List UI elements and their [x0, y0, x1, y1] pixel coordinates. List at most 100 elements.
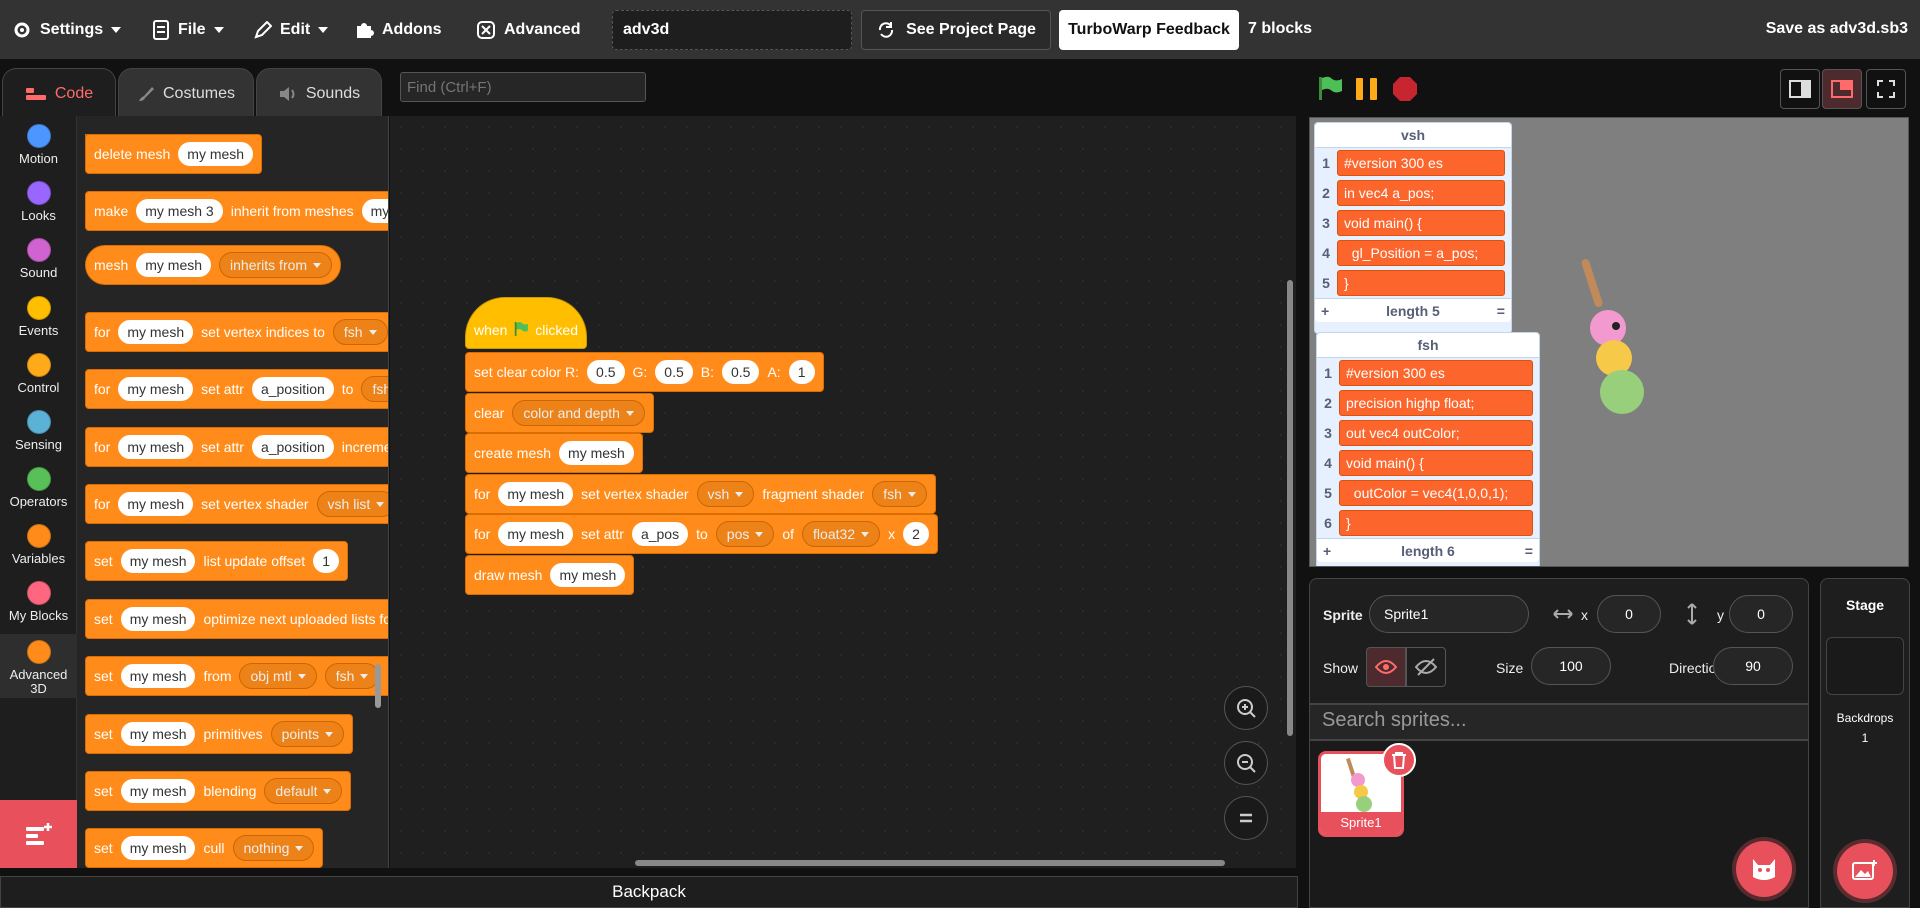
settings-menu[interactable]: Settings: [0, 0, 133, 59]
tab-sounds[interactable]: Sounds: [256, 68, 382, 120]
list-value[interactable]: gl_Position = a_pos;: [1337, 240, 1505, 266]
list-value[interactable]: }: [1339, 510, 1533, 536]
block-input[interactable]: my mesh: [120, 722, 196, 746]
set-attr-block[interactable]: for my mesh set attr a_pos to pos of flo…: [465, 514, 938, 554]
block-dropdown[interactable]: obj mtl: [239, 663, 317, 689]
category-advanced-3d[interactable]: Advanced 3D: [0, 634, 77, 698]
block-dropdown[interactable]: color and depth: [512, 400, 645, 426]
palette-block-optimize[interactable]: set my mesh optimize next uploaded lists…: [85, 599, 388, 639]
block-input[interactable]: my mesh: [118, 320, 194, 344]
size-input[interactable]: 100: [1531, 647, 1611, 685]
block-input-g[interactable]: 0.5: [655, 360, 693, 384]
tab-code[interactable]: Code: [2, 68, 116, 120]
palette-block-delete-mesh[interactable]: delete mesh my mesh: [85, 134, 263, 174]
category-control[interactable]: Control: [0, 353, 77, 409]
list-add-button[interactable]: +: [1323, 543, 1331, 559]
zoom-reset-button[interactable]: [1224, 796, 1268, 840]
palette-block-mesh-inherits[interactable]: mesh my mesh inherits from: [85, 245, 342, 285]
block-input[interactable]: a_position: [251, 435, 334, 459]
see-project-page-button[interactable]: See Project Page: [861, 10, 1051, 50]
block-input-a[interactable]: 1: [788, 360, 815, 384]
block-dropdown[interactable]: pos: [715, 521, 775, 547]
category-sensing[interactable]: Sensing: [0, 410, 77, 466]
stop-button[interactable]: [1392, 76, 1418, 107]
stage-canvas[interactable]: vsh 1 #version 300 es 2 in vec4 a_pos; 3 vo…: [1309, 117, 1909, 567]
feedback-button[interactable]: TurboWarp Feedback: [1059, 10, 1239, 50]
block-input[interactable]: my m: [361, 199, 388, 223]
list-value[interactable]: void main() {: [1337, 210, 1505, 236]
zoom-out-button[interactable]: [1224, 741, 1268, 785]
block-dropdown[interactable]: fsh: [324, 663, 380, 689]
category-events[interactable]: Events: [0, 296, 77, 352]
project-title-input[interactable]: [612, 10, 852, 50]
list-resize-handle[interactable]: =: [1525, 543, 1533, 559]
block-input-r[interactable]: 0.5: [587, 360, 625, 384]
block-dropdown[interactable]: fsh: [361, 376, 388, 402]
add-extension-button[interactable]: [0, 800, 77, 868]
when-flag-clicked-block[interactable]: when clicked: [465, 297, 587, 349]
palette-block-list-offset[interactable]: set my mesh list update offset 1: [85, 541, 348, 581]
create-mesh-block[interactable]: create mesh my mesh: [465, 433, 643, 473]
list-value[interactable]: in vec4 a_pos;: [1337, 180, 1505, 206]
block-dropdown[interactable]: float32: [802, 521, 881, 547]
list-value[interactable]: }: [1337, 270, 1505, 296]
block-input[interactable]: my mesh: [178, 142, 254, 166]
file-menu[interactable]: File: [140, 0, 236, 59]
block-dropdown[interactable]: vsh: [696, 481, 755, 507]
x-input[interactable]: 0: [1597, 595, 1661, 633]
block-input[interactable]: my mesh: [120, 607, 196, 631]
hide-sprite-button[interactable]: [1406, 647, 1446, 687]
delete-sprite-button[interactable]: [1382, 743, 1416, 777]
block-dropdown[interactable]: vsh list: [316, 491, 388, 517]
large-stage-button[interactable]: [1822, 69, 1862, 109]
list-resize-handle[interactable]: =: [1497, 303, 1505, 319]
block-input[interactable]: a_pos: [631, 522, 689, 546]
palette-block-cull[interactable]: set my mesh cull nothing: [85, 828, 324, 868]
search-sprites-input[interactable]: Search sprites...: [1309, 704, 1809, 740]
block-input[interactable]: a_position: [251, 377, 334, 401]
zoom-in-button[interactable]: [1224, 686, 1268, 730]
palette-block-make-inherit[interactable]: make my mesh 3 inherit from meshes my m: [85, 191, 388, 231]
set-shaders-block[interactable]: for my mesh set vertex shader vsh fragme…: [465, 474, 936, 514]
sprite-name-input[interactable]: Sprite1: [1369, 595, 1529, 633]
block-input[interactable]: my mesh: [498, 482, 574, 506]
y-input[interactable]: 0: [1729, 595, 1793, 633]
direction-input[interactable]: 90: [1713, 647, 1793, 685]
find-input[interactable]: [400, 72, 646, 102]
block-dropdown[interactable]: inherits from: [219, 252, 333, 278]
tab-costumes[interactable]: Costumes: [118, 68, 254, 120]
clear-block[interactable]: clear color and depth: [465, 393, 654, 433]
block-input[interactable]: my mesh: [559, 441, 634, 465]
block-input-b[interactable]: 0.5: [722, 360, 760, 384]
block-dropdown[interactable]: fsh: [332, 319, 388, 345]
category-sound[interactable]: Sound: [0, 238, 77, 294]
category-my-blocks[interactable]: My Blocks: [0, 581, 77, 637]
list-add-button[interactable]: +: [1321, 303, 1329, 319]
fullscreen-button[interactable]: [1866, 69, 1906, 109]
category-motion[interactable]: Motion: [0, 124, 77, 180]
add-sprite-button[interactable]: [1736, 841, 1792, 897]
block-dropdown[interactable]: fsh: [872, 481, 927, 507]
list-value[interactable]: #version 300 es: [1339, 360, 1533, 386]
block-dropdown[interactable]: nothing: [232, 835, 315, 861]
advanced-button[interactable]: Advanced: [464, 0, 592, 59]
stage-target-pane[interactable]: Stage Backdrops 1: [1820, 578, 1910, 908]
list-value[interactable]: #version 300 es: [1337, 150, 1505, 176]
add-backdrop-button[interactable]: [1837, 843, 1893, 899]
draw-mesh-block[interactable]: draw mesh my mesh: [465, 555, 635, 595]
palette-block-set-attr-increment[interactable]: for my mesh set attr a_position increme: [85, 427, 388, 467]
pause-button[interactable]: [1354, 77, 1380, 106]
block-input[interactable]: my mesh 3: [136, 199, 223, 223]
palette-scrollbar[interactable]: [375, 664, 381, 708]
save-as-button[interactable]: Save as adv3d.sb3: [1766, 20, 1908, 38]
list-value[interactable]: void main() {: [1339, 450, 1533, 476]
palette-block-set-attr[interactable]: for my mesh set attr a_position to fsh: [85, 369, 388, 409]
block-input[interactable]: my mesh: [120, 549, 196, 573]
stage-thumbnail[interactable]: [1826, 637, 1904, 695]
block-input[interactable]: 2: [903, 522, 929, 546]
block-input[interactable]: my mesh: [550, 563, 626, 587]
list-value[interactable]: precision highp float;: [1339, 390, 1533, 416]
list-value[interactable]: outColor = vec4(1,0,0,1);: [1339, 480, 1533, 506]
palette-block-vertex-shader[interactable]: for my mesh set vertex shader vsh list: [85, 484, 388, 524]
palette-block-blending[interactable]: set my mesh blending default: [85, 771, 352, 811]
